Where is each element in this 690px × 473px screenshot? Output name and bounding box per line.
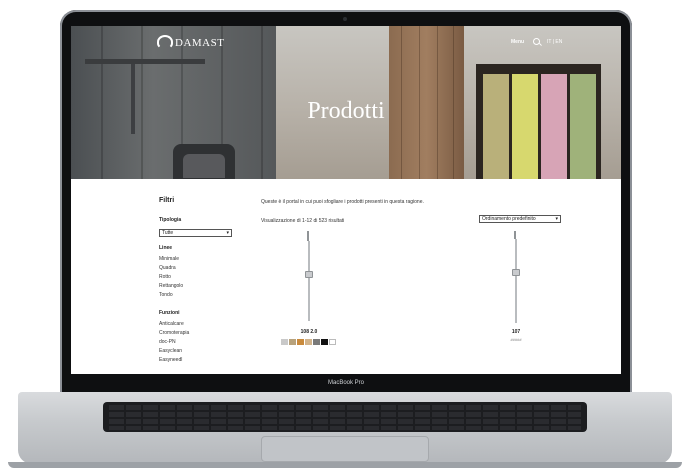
results-count: Visualizzazione di 1-12 di 523 risultati [261, 218, 345, 224]
swatch[interactable] [313, 339, 320, 345]
slider-knob [305, 271, 313, 278]
filter-option-funzione[interactable]: Easyneedl [159, 357, 182, 363]
key-row [109, 426, 581, 430]
language-switcher[interactable]: IT | EN [547, 39, 562, 45]
filter-option-funzione[interactable]: Easyclean [159, 348, 182, 354]
chevron-down-icon: ▾ [555, 216, 558, 222]
content-area: Filtri Tipologia Tutte ▾ Linee Minimale … [71, 179, 621, 374]
glass-pane-green [570, 74, 596, 179]
swatch[interactable] [321, 339, 328, 345]
sort-value: Ordinamento predefinito [482, 216, 536, 222]
funzioni-label: Funzioni [159, 310, 180, 316]
camera-icon [343, 17, 347, 21]
product-code: 107 [511, 329, 521, 335]
damast-logo-icon[interactable] [157, 35, 173, 49]
glass-pane-olive [483, 74, 509, 179]
laptop-base-edge [8, 462, 682, 468]
page-title: Prodotti [307, 98, 385, 124]
sort-select[interactable]: Ordinamento predefinito ▾ [479, 215, 561, 223]
menu-link[interactable]: Menu [511, 39, 524, 45]
swatch[interactable] [297, 339, 304, 345]
product-code: 108 2.0 [300, 329, 318, 335]
color-swatches [281, 339, 337, 345]
key-row [109, 405, 581, 410]
chevron-down-icon: ▾ [226, 230, 229, 236]
filter-option-linea[interactable]: Minimale [159, 256, 179, 262]
swatch[interactable] [329, 339, 336, 345]
screen: DAMAST Menu IT | EN Prodotti Filtri Tipo… [71, 26, 621, 374]
shower-bar-image [515, 239, 517, 323]
tipologia-value: Tutte [162, 230, 174, 236]
product-card[interactable]: 108 2.0 [281, 231, 336, 351]
filter-option-funzione[interactable]: Cromoterapia [159, 330, 189, 336]
filter-option-linea[interactable]: Rettangolo [159, 283, 183, 289]
swatch[interactable] [281, 339, 288, 345]
filter-option-linea[interactable]: Rotto [159, 274, 171, 280]
keyboard [103, 402, 587, 432]
key-row [109, 412, 581, 417]
tipologia-select[interactable]: Tutte ▾ [159, 229, 232, 237]
swatch[interactable] [289, 339, 296, 345]
shower-bar-image [308, 241, 310, 321]
shower-head-icon [514, 231, 516, 239]
filters-heading: Filtri [159, 197, 175, 204]
filter-option-funzione[interactable]: doc-PN [159, 339, 176, 345]
hero-banner: DAMAST Menu IT | EN Prodotti [71, 26, 621, 179]
linee-label: Linee [159, 245, 173, 251]
shower-head-icon [307, 231, 309, 241]
product-card[interactable]: 107 ##### [496, 231, 536, 351]
slider-knob [512, 269, 520, 276]
intro-text: Queste è il portal in cui puoi sfogliare… [261, 199, 424, 205]
shower-head [85, 59, 205, 64]
site-logo[interactable]: DAMAST [175, 37, 224, 49]
glass-pane-pink [541, 74, 567, 179]
filter-option-linea[interactable]: Tondo [159, 292, 173, 298]
swatch[interactable] [305, 339, 312, 345]
search-icon[interactable] [533, 38, 540, 45]
key-row [109, 419, 581, 424]
mixer-opening [183, 154, 225, 178]
filter-option-funzione[interactable]: Anticalcare [159, 321, 184, 327]
device-label: MacBook Pro [327, 380, 364, 386]
product-subtext: ##### [510, 337, 522, 342]
trackpad [261, 436, 429, 462]
filter-option-linea[interactable]: Quadra [159, 265, 176, 271]
tipologia-label: Tipologia [159, 217, 182, 223]
glass-pane-yellow [512, 74, 538, 179]
